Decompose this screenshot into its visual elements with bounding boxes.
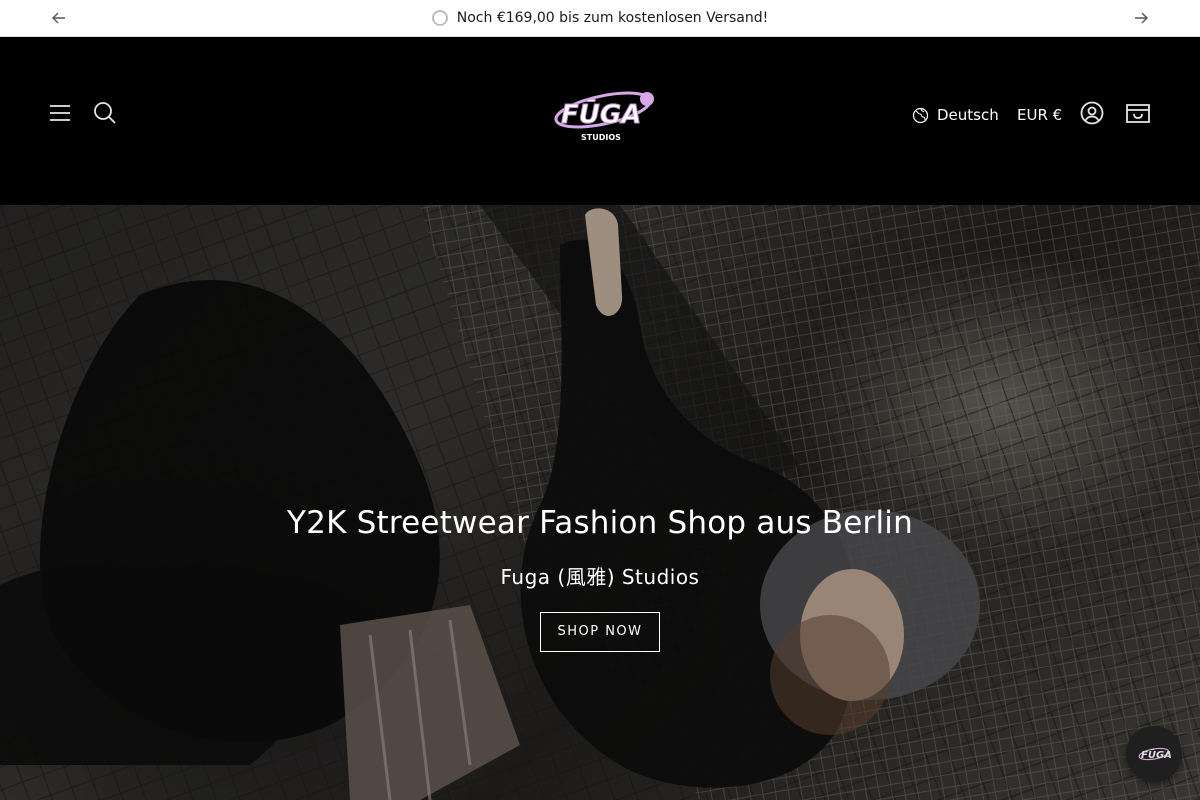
hero-content: Y2K Streetwear Fashion Shop aus Berlin F…	[0, 505, 1200, 652]
account-button[interactable]	[1077, 98, 1107, 128]
site-header: FŪGA STUDIOS Deutsch EUR €	[0, 37, 1200, 205]
announcement-text: Noch €169,00 bis zum kostenlosen Versand…	[456, 10, 769, 26]
svg-text:FŪGA: FŪGA	[561, 98, 641, 130]
menu-button[interactable]	[45, 98, 75, 128]
chat-logo-icon: FŪGA	[1138, 747, 1171, 761]
cart-button[interactable]	[1123, 98, 1153, 128]
shop-now-button[interactable]: SHOP NOW	[540, 612, 660, 652]
svg-text:STUDIOS: STUDIOS	[581, 133, 621, 142]
svg-text:FŪGA: FŪGA	[1141, 748, 1171, 761]
search-icon	[94, 102, 116, 124]
search-button[interactable]	[90, 98, 120, 128]
language-selector[interactable]: Deutsch	[912, 103, 999, 127]
cart-icon	[1126, 104, 1150, 123]
language-label: Deutsch	[937, 106, 999, 124]
fuga-studios-logo: FŪGA STUDIOS	[554, 91, 654, 142]
hero-banner: Y2K Streetwear Fashion Shop aus Berlin F…	[0, 205, 1200, 800]
arrow-right-icon	[1135, 12, 1148, 24]
announcement-message: Noch €169,00 bis zum kostenlosen Versand…	[431, 10, 769, 26]
next-announcement-button[interactable]	[1123, 0, 1159, 36]
previous-announcement-button[interactable]	[41, 0, 77, 36]
arrow-left-icon	[52, 12, 65, 24]
currency-selector[interactable]: EUR €	[1017, 103, 1062, 127]
shipping-progress-ring	[431, 10, 448, 26]
chat-widget-button[interactable]: FŪGA	[1126, 726, 1182, 782]
globe-icon	[912, 107, 929, 123]
account-icon	[1080, 101, 1104, 125]
site-logo[interactable]: FŪGA STUDIOS	[551, 77, 661, 151]
menu-icon	[50, 105, 70, 121]
currency-label: EUR €	[1017, 106, 1063, 124]
hero-subtitle: Fuga (風雅) Studios	[500, 565, 700, 589]
announcement-bar: Noch €169,00 bis zum kostenlosen Versand…	[0, 0, 1200, 37]
hero-title: Y2K Streetwear Fashion Shop aus Berlin	[287, 505, 913, 541]
hero-background-image	[0, 205, 1200, 800]
